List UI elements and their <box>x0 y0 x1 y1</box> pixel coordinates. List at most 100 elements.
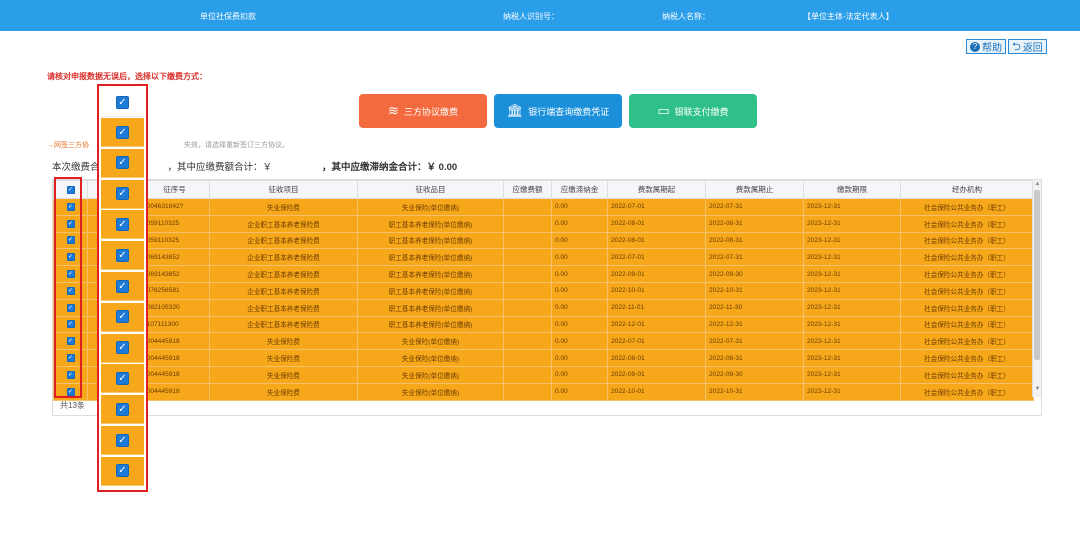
table-row[interactable]: ✓ 0107111300 企业职工基本养老保险费 职工基本养老保险(单位缴纳) 0.00… <box>53 315 1034 334</box>
row-checkbox[interactable]: ✓ <box>53 298 88 317</box>
cell-period-end: 2022-11-30 <box>705 298 804 317</box>
col-period-end: 费款属期止 <box>705 180 804 199</box>
row-checkbox[interactable]: ✓ <box>53 349 88 367</box>
col-amount: 应缴费额 <box>503 180 552 199</box>
cell-serial: 0004445918 <box>139 332 210 351</box>
cell-period-start: 2022-08-01 <box>607 214 706 233</box>
table-row[interactable]: ✓ 0069143852 企业职工基本养老保险费 职工基本养老保险(单位缴纳) 0.00… <box>53 265 1034 283</box>
cell-period-end: 2022-07-31 <box>705 198 804 216</box>
zoom-row-checkbox[interactable]: ✓ <box>101 210 144 240</box>
row-checkbox[interactable]: ✓ <box>53 382 88 401</box>
bank-voucher-button[interactable]: 🏛 银行端查询缴费凭证 <box>494 94 622 128</box>
checkmark-icon: ✓ <box>116 341 129 355</box>
zoom-row-checkbox[interactable]: ✓ <box>101 395 144 425</box>
scroll-thumb[interactable] <box>1034 190 1040 360</box>
table-row[interactable]: ✓ 0004445918 失业保险费 失业保险(单位缴纳) 0.00 2022-10-01… <box>53 382 1034 401</box>
cell-item: 企业职工基本养老保险费 <box>209 214 358 233</box>
table-row[interactable]: ✓ 0069143852 企业职工基本养老保险费 职工基本养老保险(单位缴纳) 0.00… <box>53 248 1034 267</box>
select-all-checkbox[interactable]: ✓ <box>53 180 88 199</box>
row-checkbox[interactable]: ✓ <box>53 214 88 233</box>
cell-period-end: 2022-07-31 <box>705 248 804 267</box>
cell-org: 社会保险公共业务办（职工） <box>900 298 1034 317</box>
zoom-select-all-checkbox[interactable]: ✓ <box>101 88 144 117</box>
cell-due: 2023-12-31 <box>803 298 901 317</box>
table-row[interactable]: ✓ 0004445918 失业保险费 失业保险(单位缴纳) 0.00 2022-07-01… <box>53 332 1034 351</box>
checkmark-icon: ✓ <box>116 279 129 293</box>
col-period-start: 费款属期起 <box>607 180 706 199</box>
cell-org: 社会保险公共业务办（职工） <box>900 281 1034 300</box>
three-party-pay-button[interactable]: ≋ 三方协议缴费 <box>359 94 487 128</box>
bank-building-icon: 🏛 <box>506 103 524 118</box>
col-due: 缴款期限 <box>803 180 901 199</box>
row-checkbox[interactable]: ✓ <box>53 248 88 267</box>
cell-amount <box>503 231 552 250</box>
total-label: 本次缴费合 <box>52 162 100 173</box>
unionpay-label: 银联支付缴费 <box>674 106 729 117</box>
cell-late-fee: 0.00 <box>551 198 608 216</box>
cell-due: 2023-12-31 <box>803 365 901 384</box>
entity-label: 【单位主体-法定代表人】 <box>803 12 894 21</box>
table-row[interactable]: ✓ 0082105320 企业职工基本养老保险费 职工基本养老保险(单位缴纳) 0.00… <box>53 298 1034 317</box>
row-checkbox[interactable]: ✓ <box>53 231 88 250</box>
cell-subitem: 失业保险(单位缴纳) <box>357 365 504 384</box>
table-row[interactable]: ✓ 0059110325 企业职工基本养老保险费 职工基本养老保险(单位缴纳) 0.00… <box>53 231 1034 250</box>
cell-late-fee: 0.00 <box>551 214 608 233</box>
unionpay-button[interactable]: ▭ 银联支付缴费 <box>629 94 757 128</box>
cell-late-fee: 0.00 <box>551 248 608 267</box>
checkmark-icon: ✓ <box>66 286 75 295</box>
checkmark-icon: ✓ <box>116 248 129 262</box>
row-checkbox[interactable]: ✓ <box>53 198 88 216</box>
zoom-row-checkbox[interactable]: ✓ <box>101 179 144 209</box>
zoom-row-checkbox[interactable]: ✓ <box>101 148 144 178</box>
row-checkbox[interactable]: ✓ <box>53 281 88 300</box>
table-row[interactable]: ✓ 0004445918 失业保险费 失业保险(单位缴纳) 0.00 2022-08-01… <box>53 349 1034 367</box>
cell-amount <box>503 315 552 334</box>
cell-subitem: 职工基本养老保险(单位缴纳) <box>357 248 504 267</box>
cell-org: 社会保险公共业务办（职工） <box>900 231 1034 250</box>
col-org: 经办机构 <box>900 180 1034 199</box>
cell-subitem: 职工基本养老保险(单位缴纳) <box>357 231 504 250</box>
record-count: 共13条 <box>60 401 85 410</box>
cell-period-start: 2022-09-01 <box>607 365 706 384</box>
row-checkbox[interactable]: ✓ <box>53 315 88 334</box>
zoom-row-checkbox[interactable]: ✓ <box>101 241 144 271</box>
zoom-row-checkbox[interactable]: ✓ <box>101 118 144 147</box>
cell-amount <box>503 198 552 216</box>
checkmark-icon: ✓ <box>116 371 129 385</box>
cell-org: 社会保险公共业务办（职工） <box>900 248 1034 267</box>
row-checkbox[interactable]: ✓ <box>53 265 88 283</box>
zoom-row-checkbox[interactable]: ✓ <box>101 364 144 394</box>
scroll-down-icon[interactable]: ▼ <box>1034 386 1041 392</box>
cell-serial: 0069143852 <box>139 265 210 283</box>
vertical-scrollbar[interactable]: ▲ ▼ <box>1032 180 1041 397</box>
zoom-row-checkbox[interactable]: ✓ <box>101 333 144 363</box>
cell-subitem: 职工基本养老保险(单位缴纳) <box>357 214 504 233</box>
zoom-row-checkbox[interactable]: ✓ <box>101 426 144 455</box>
row-checkbox[interactable]: ✓ <box>53 365 88 384</box>
cell-period-start: 2022-07-01 <box>607 332 706 351</box>
cell-org: 社会保险公共业务办（职工） <box>900 365 1034 384</box>
table-row[interactable]: ✓ 0004631842? 失业保险费 失业保险(单位缴纳) 0.00 2022-07-0… <box>53 198 1034 216</box>
col-subitem: 征收品目 <box>357 180 504 199</box>
zoom-row-checkbox[interactable]: ✓ <box>101 302 144 332</box>
cell-period-end: 2022-10-31 <box>705 281 804 300</box>
table-row[interactable]: ✓ 0004445918 失业保险费 失业保险(单位缴纳) 0.00 2022-09-01… <box>53 365 1034 384</box>
cell-serial: 0082105320 <box>139 298 210 317</box>
cell-subitem: 职工基本养老保险(单位缴纳) <box>357 298 504 317</box>
row-checkbox[interactable]: ✓ <box>53 332 88 351</box>
table-row[interactable]: ✓ 0059110325 企业职工基本养老保险费 职工基本养老保险(单位缴纳) 0.00… <box>53 214 1034 233</box>
checkmark-icon: ✓ <box>116 433 129 447</box>
zoom-row-checkbox[interactable]: ✓ <box>101 456 144 486</box>
help-button[interactable]: ? 帮助 <box>966 39 1006 54</box>
cell-serial: 0069143852 <box>139 248 210 267</box>
checkmark-icon: ✓ <box>116 217 129 231</box>
cell-org: 社会保险公共业务办（职工） <box>900 349 1034 367</box>
zoom-row-checkbox[interactable]: ✓ <box>101 272 144 301</box>
cell-serial: 0004445918 <box>139 349 210 367</box>
table-row[interactable]: ✓ 0076256581 企业职工基本养老保险费 职工基本养老保险(单位缴纳) 0.00… <box>53 281 1034 300</box>
cell-due: 2023-12-31 <box>803 198 901 216</box>
back-button[interactable]: ⮌ 返回 <box>1008 39 1047 54</box>
sign-agreement-link[interactable]: →网签三方协 <box>47 142 89 149</box>
unit-title: 单位社保费扣款 <box>200 12 256 21</box>
scroll-up-icon[interactable]: ▲ <box>1034 181 1041 187</box>
